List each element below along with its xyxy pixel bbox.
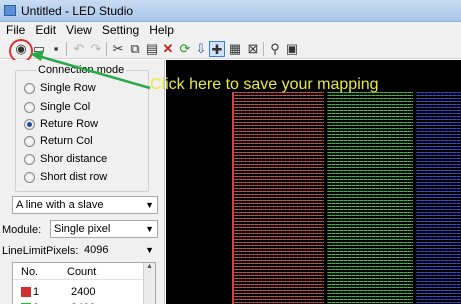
- radio-button[interactable]: [24, 101, 35, 113]
- menu-help[interactable]: Help: [149, 22, 180, 39]
- radio-label: Short dist row: [40, 171, 108, 183]
- menu-bar: File Edit View Setting Help: [0, 22, 461, 39]
- save-icon[interactable]: ▪: [48, 41, 64, 57]
- led-block-red[interactable]: [232, 92, 324, 304]
- radio-single-col[interactable]: Single Col: [24, 100, 90, 114]
- delete-icon[interactable]: ✕: [160, 41, 176, 57]
- led-block-blue[interactable]: [416, 92, 461, 304]
- radio-label: Reture Row: [40, 118, 99, 130]
- module-label: Module:: [2, 224, 42, 236]
- radio-label: Single Col: [40, 101, 91, 113]
- refresh-icon[interactable]: ⟳: [177, 41, 193, 57]
- menu-edit[interactable]: Edit: [35, 22, 62, 39]
- radio-button[interactable]: [24, 135, 35, 147]
- led-block-green[interactable]: [327, 92, 413, 304]
- arrange-icon[interactable]: ▦: [227, 41, 243, 57]
- slave-select[interactable]: A line with a slave ▼: [12, 196, 158, 214]
- radio-short-dist-row[interactable]: Short dist row: [24, 170, 107, 184]
- color-swatch: [21, 287, 31, 297]
- list-scrollbar[interactable]: ▲: [143, 263, 155, 304]
- find-icon[interactable]: ⚲: [267, 41, 283, 57]
- redo-icon[interactable]: ↷: [88, 41, 104, 57]
- radio-return-col[interactable]: Return Col: [24, 134, 93, 148]
- fit-icon[interactable]: ⊠: [245, 41, 261, 57]
- row-number: 1: [33, 286, 40, 298]
- list-header: No. Count: [13, 263, 143, 280]
- toolbar-separator: [66, 42, 67, 56]
- undo-icon[interactable]: ↶: [71, 41, 87, 57]
- module-select[interactable]: Single pixel ▼: [50, 220, 158, 238]
- open-icon[interactable]: ▭: [31, 41, 47, 57]
- paste-icon[interactable]: ▤: [144, 41, 160, 57]
- toolbar-separator: [263, 42, 264, 56]
- radio-button[interactable]: [24, 153, 35, 165]
- annotation-text: Click here to save your mapping: [150, 76, 379, 93]
- mapping-canvas[interactable]: [166, 60, 461, 304]
- radio-button[interactable]: [24, 171, 35, 183]
- radio-label: Shor distance: [40, 153, 108, 165]
- copy-icon[interactable]: ⧉: [127, 41, 143, 57]
- radio-label: Single Row: [40, 82, 96, 94]
- download-icon[interactable]: ⇩: [193, 41, 209, 57]
- row-count: 2400: [71, 286, 96, 298]
- line-limit-select[interactable]: 4096 ▼: [80, 241, 158, 259]
- grid-select-icon[interactable]: ✚: [209, 41, 225, 57]
- title-bar: Untitled - LED Studio: [0, 0, 461, 22]
- radio-button[interactable]: [24, 82, 35, 94]
- settings-panel: Connection mode Single Row Single Col Re…: [0, 60, 165, 304]
- chevron-down-icon: ▼: [145, 200, 154, 210]
- toolbar-separator: [106, 42, 107, 56]
- menu-file[interactable]: File: [6, 22, 31, 39]
- window-title: Untitled - LED Studio: [21, 4, 134, 18]
- radio-label: Return Col: [40, 135, 93, 147]
- col-header-no: No.: [21, 266, 39, 278]
- image-icon[interactable]: ▣: [284, 41, 300, 57]
- line-limit-label: LineLimitPixels:: [2, 245, 79, 257]
- line-limit-value: 4096: [84, 244, 109, 256]
- connection-mode-legend: Connection mode: [36, 64, 127, 76]
- radio-button-selected[interactable]: [24, 118, 35, 130]
- chevron-down-icon: ▼: [145, 245, 154, 255]
- menu-setting[interactable]: Setting: [102, 22, 145, 39]
- toolbar: ◉ ▭ ▪ ↶ ↷ ✂ ⧉ ▤ ✕ ⟳ ⇩ ✚ ▦ ⊠ ⚲ ▣: [0, 39, 461, 59]
- list-item[interactable]: 1 2400: [13, 285, 143, 299]
- col-header-count: Count: [67, 266, 97, 278]
- radio-single-row[interactable]: Single Row: [24, 81, 96, 95]
- slave-select-value: A line with a slave: [16, 199, 104, 211]
- menu-view[interactable]: View: [66, 22, 98, 39]
- chevron-down-icon: ▼: [145, 224, 154, 234]
- cut-icon[interactable]: ✂: [110, 41, 126, 57]
- port-count-list: No. Count 1 2400 2 2400 ▲: [12, 262, 156, 304]
- scroll-up-icon[interactable]: ▲: [144, 263, 155, 270]
- module-select-value: Single pixel: [54, 223, 111, 235]
- app-icon: [4, 5, 16, 16]
- radio-reture-row[interactable]: Reture Row: [24, 117, 98, 131]
- radio-shor-distance[interactable]: Shor distance: [24, 152, 107, 166]
